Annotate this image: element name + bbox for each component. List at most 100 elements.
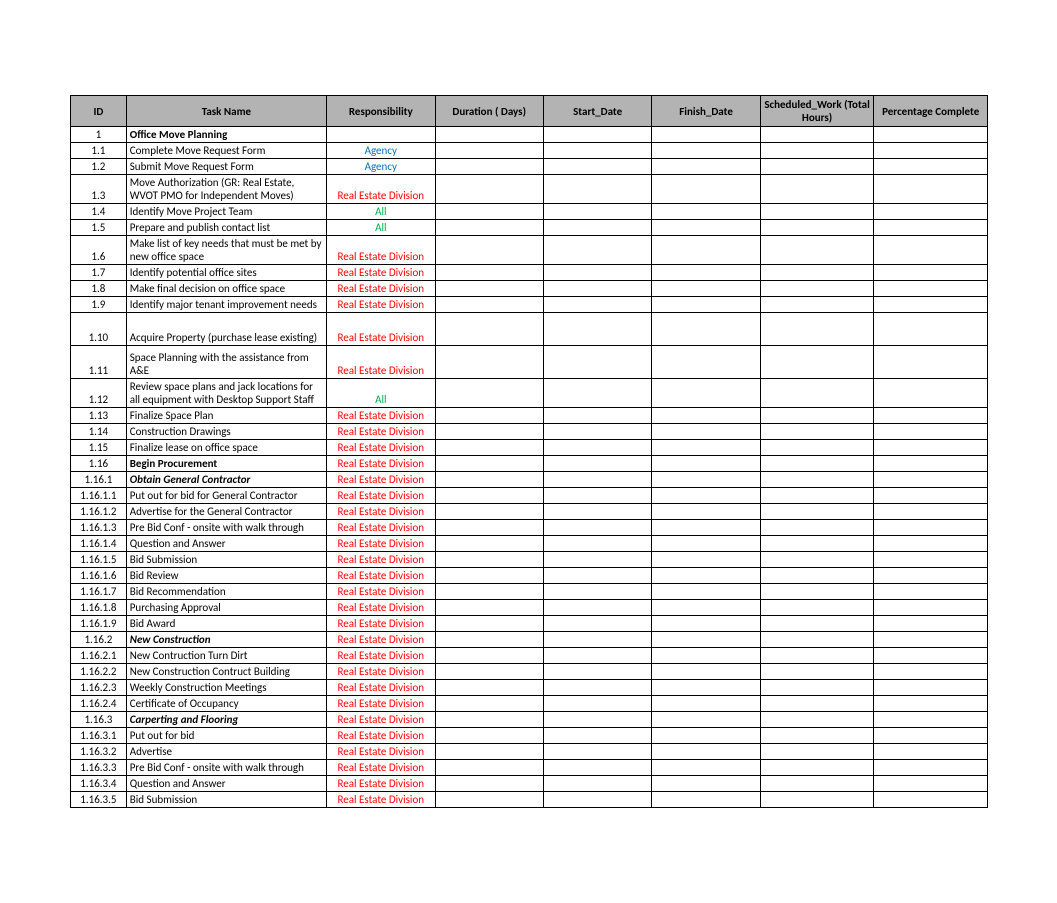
cell-start-date	[543, 440, 651, 456]
cell-responsibility: Real Estate Division	[327, 297, 435, 313]
cell-id: 1.16.2.1	[71, 648, 127, 664]
cell-duration	[435, 408, 543, 424]
table-row: 1.11Space Planning with the assistance f…	[71, 346, 988, 379]
cell-duration	[435, 143, 543, 159]
cell-task: New Contruction Turn Dirt	[126, 648, 326, 664]
cell-task: Make final decision on office space	[126, 281, 326, 297]
cell-task: Review space plans and jack locations fo…	[126, 379, 326, 408]
cell-percent-complete	[874, 408, 988, 424]
cell-task: Make list of key needs that must be met …	[126, 236, 326, 265]
cell-finish-date	[652, 424, 760, 440]
cell-duration	[435, 616, 543, 632]
cell-id: 1.5	[71, 220, 127, 236]
cell-duration	[435, 281, 543, 297]
cell-task: Bid Recommendation	[126, 584, 326, 600]
cell-id: 1.16.2.3	[71, 680, 127, 696]
cell-percent-complete	[874, 143, 988, 159]
cell-scheduled-work	[760, 680, 874, 696]
cell-task: Office Move Planning	[126, 127, 326, 143]
cell-scheduled-work	[760, 728, 874, 744]
cell-start-date	[543, 520, 651, 536]
cell-duration	[435, 220, 543, 236]
cell-scheduled-work	[760, 712, 874, 728]
table-row: 1.16.1.4Question and AnswerReal Estate D…	[71, 536, 988, 552]
cell-id: 1.12	[71, 379, 127, 408]
table-row: 1.13Finalize Space PlanReal Estate Divis…	[71, 408, 988, 424]
table-row: 1.16.3.5Bid SubmissionReal Estate Divisi…	[71, 792, 988, 808]
cell-start-date	[543, 760, 651, 776]
cell-task: Acquire Property (purchase lease existin…	[126, 313, 326, 346]
cell-start-date	[543, 127, 651, 143]
cell-finish-date	[652, 504, 760, 520]
cell-scheduled-work	[760, 488, 874, 504]
cell-id: 1.16	[71, 456, 127, 472]
cell-start-date	[543, 728, 651, 744]
cell-percent-complete	[874, 346, 988, 379]
cell-task: Bid Submission	[126, 792, 326, 808]
cell-task: Finalize lease on office space	[126, 440, 326, 456]
cell-start-date	[543, 696, 651, 712]
cell-start-date	[543, 536, 651, 552]
cell-start-date	[543, 175, 651, 204]
cell-responsibility: Real Estate Division	[327, 696, 435, 712]
table-body: 1Office Move Planning1.1Complete Move Re…	[71, 127, 988, 808]
cell-id: 1.2	[71, 159, 127, 175]
cell-duration	[435, 204, 543, 220]
cell-percent-complete	[874, 616, 988, 632]
cell-responsibility: Real Estate Division	[327, 600, 435, 616]
cell-task: Begin Procurement	[126, 456, 326, 472]
table-row: 1.16.1.2Advertise for the General Contra…	[71, 504, 988, 520]
table-row: 1.16.1.6Bid ReviewReal Estate Division	[71, 568, 988, 584]
table-row: 1.10Acquire Property (purchase lease exi…	[71, 313, 988, 346]
cell-duration	[435, 424, 543, 440]
cell-finish-date	[652, 632, 760, 648]
cell-responsibility: Real Estate Division	[327, 472, 435, 488]
table-row: 1.7Identify potential office sitesReal E…	[71, 265, 988, 281]
cell-responsibility: All	[327, 379, 435, 408]
cell-duration	[435, 379, 543, 408]
cell-scheduled-work	[760, 616, 874, 632]
cell-finish-date	[652, 159, 760, 175]
cell-percent-complete	[874, 600, 988, 616]
cell-task: Purchasing Approval	[126, 600, 326, 616]
cell-id: 1.8	[71, 281, 127, 297]
cell-duration	[435, 792, 543, 808]
cell-percent-complete	[874, 313, 988, 346]
cell-finish-date	[652, 440, 760, 456]
cell-id: 1.16.3	[71, 712, 127, 728]
project-plan-table: ID Task Name Responsibility Duration ( D…	[70, 95, 988, 808]
cell-task: Question and Answer	[126, 776, 326, 792]
col-header-id: ID	[71, 96, 127, 127]
cell-duration	[435, 488, 543, 504]
cell-scheduled-work	[760, 584, 874, 600]
cell-finish-date	[652, 143, 760, 159]
table-row: 1.16.3.4Question and AnswerReal Estate D…	[71, 776, 988, 792]
cell-scheduled-work	[760, 236, 874, 265]
cell-finish-date	[652, 265, 760, 281]
cell-finish-date	[652, 175, 760, 204]
cell-start-date	[543, 504, 651, 520]
cell-scheduled-work	[760, 379, 874, 408]
cell-task: Identify Move Project Team	[126, 204, 326, 220]
cell-duration	[435, 504, 543, 520]
cell-id: 1.16.2.2	[71, 664, 127, 680]
cell-finish-date	[652, 664, 760, 680]
table-row: 1.16Begin ProcurementReal Estate Divisio…	[71, 456, 988, 472]
cell-scheduled-work	[760, 648, 874, 664]
cell-duration	[435, 552, 543, 568]
cell-finish-date	[652, 536, 760, 552]
cell-responsibility: Real Estate Division	[327, 664, 435, 680]
cell-responsibility: Real Estate Division	[327, 408, 435, 424]
cell-percent-complete	[874, 220, 988, 236]
cell-duration	[435, 712, 543, 728]
cell-scheduled-work	[760, 520, 874, 536]
cell-start-date	[543, 424, 651, 440]
cell-percent-complete	[874, 536, 988, 552]
cell-task: Bid Award	[126, 616, 326, 632]
table-header-row: ID Task Name Responsibility Duration ( D…	[71, 96, 988, 127]
cell-scheduled-work	[760, 408, 874, 424]
cell-start-date	[543, 616, 651, 632]
cell-duration	[435, 536, 543, 552]
cell-responsibility: Real Estate Division	[327, 744, 435, 760]
cell-finish-date	[652, 346, 760, 379]
